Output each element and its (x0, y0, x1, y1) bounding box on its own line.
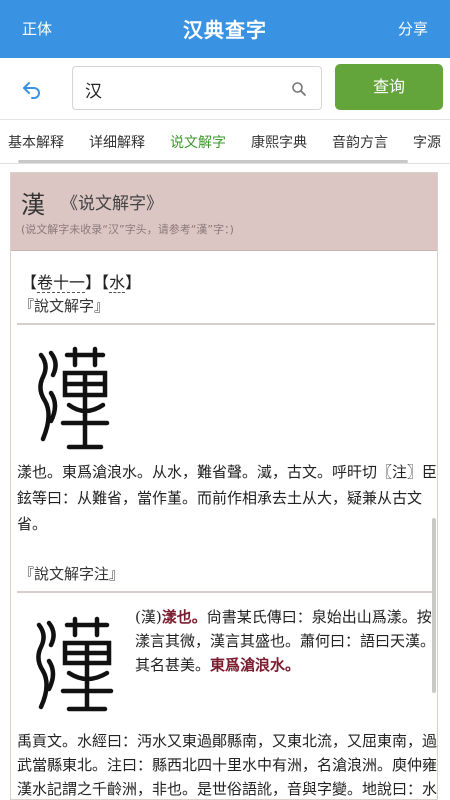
divider (17, 591, 435, 593)
tab-bar: 基本解释 详细解释 说文解字 康熙字典 音韵方言 字源 (0, 120, 450, 164)
tab-kangxi[interactable]: 康熙字典 (251, 132, 307, 152)
tab-shuowen[interactable]: 说文解字 (170, 132, 226, 152)
tab-basic[interactable]: 基本解释 (8, 132, 64, 152)
app-title: 汉典查字 (183, 18, 267, 42)
search-bar: 查询 (0, 58, 450, 120)
back-icon[interactable] (20, 77, 44, 101)
search-input[interactable] (85, 75, 285, 103)
app-header: 正体 汉典查字 分享 (0, 0, 450, 58)
search-box (72, 66, 322, 110)
search-icon[interactable] (291, 81, 307, 97)
entry-book-title: 《说文解字》 (61, 194, 163, 214)
shuowen-definition: 漾也。東爲滄浪水。从水，難省聲。㵄，古文。呼旰切〖注〗臣鉉等曰：从難省，當作堇。… (17, 463, 438, 533)
share-button[interactable]: 分享 (398, 18, 428, 39)
section-title-shuowen-zhu: 『說文解字注』 (19, 565, 125, 583)
tab-etymology[interactable]: 字源 (413, 132, 441, 152)
query-button[interactable]: 查询 (335, 64, 443, 110)
divider (17, 323, 435, 325)
seal-script-glyph (36, 616, 114, 712)
tab-detailed[interactable]: 详细解释 (89, 132, 145, 152)
section-title-shuowen: 『說文解字』 (19, 297, 110, 315)
tab-phonology[interactable]: 音韵方言 (332, 132, 388, 152)
juan-link[interactable]: 卷十一 (37, 273, 86, 293)
entry-character: 漢 (21, 191, 45, 219)
entry-header: 漢 《说文解字》 (说文解字未收录“汉”字头，请参考“漢”字：) (11, 173, 437, 251)
shuowen-zhu-definition-top: (漢)漾也。尙書某氏傳曰：泉始出山爲漾。按漾言其微，漢言其盛也。蕭何曰：語曰天漢… (135, 608, 436, 674)
radical-line: 【卷十一】【水】 (21, 273, 142, 293)
seal-script-glyph (38, 346, 110, 450)
content-scrollbar[interactable] (432, 518, 436, 693)
content-panel: 漢 《说文解字》 (说文解字未收录“汉”字头，请参考“漢”字：) 【卷十一】【水… (10, 172, 438, 800)
radical-link[interactable]: 水 (109, 273, 126, 293)
entry-note: (说文解字未收录“汉”字头，请参考“漢”字：) (21, 223, 234, 236)
tabs-scrollbar[interactable] (18, 160, 408, 163)
shuowen-zhu-definition-rest: 禹貢文。水經曰：沔水又東過鄖縣南，又東北流，又屈東南，過武當縣東北。注曰：縣西北… (17, 732, 438, 798)
